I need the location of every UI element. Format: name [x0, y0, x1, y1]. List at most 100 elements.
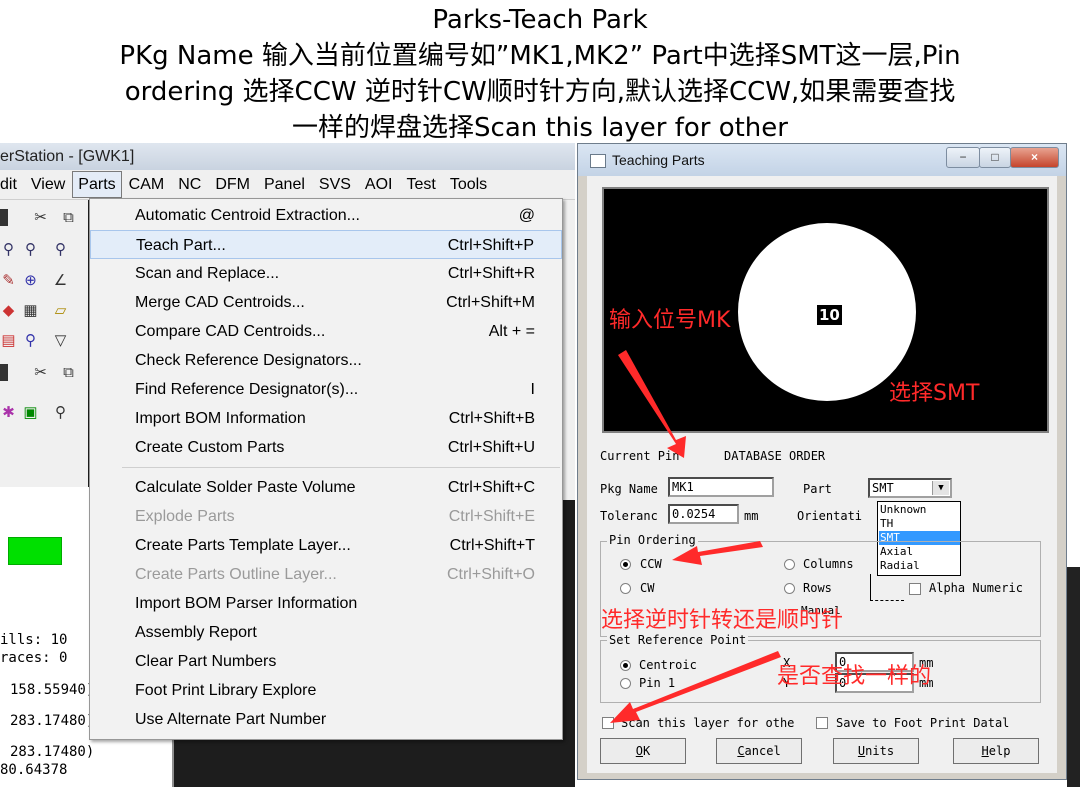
menu-test[interactable]: Test [399, 170, 442, 199]
close-button[interactable]: × [1010, 147, 1059, 168]
menu-item-import-bom[interactable]: Import BOM Information Ctrl+Shift+B [90, 404, 562, 433]
menu-item-template-layer[interactable]: Create Parts Template Layer... Ctrl+Shift… [90, 531, 562, 560]
menu-svs[interactable]: SVS [312, 170, 358, 199]
tool-icon-2[interactable]: ⚲ [22, 241, 39, 258]
teaching-parts-titlebar[interactable]: Teaching Parts − □ × [578, 144, 1066, 176]
menu-panel[interactable]: Panel [257, 170, 312, 199]
tool-icon-3[interactable]: ⚲ [52, 241, 69, 258]
tolerance-input[interactable]: 0.0254 [668, 504, 739, 524]
menu-dfm[interactable]: DFM [208, 170, 257, 199]
green-pad-preview [8, 537, 62, 565]
ccw-label: CCW [640, 557, 662, 571]
minimize-button[interactable]: − [946, 147, 980, 168]
menu-parts[interactable]: Parts [72, 171, 122, 198]
rows-label: Rows [803, 581, 832, 595]
pkg-name-input[interactable]: MK1 [668, 477, 774, 497]
menu-item-assembly-report[interactable]: Assembly Report [90, 618, 562, 647]
save-footprint-checkbox[interactable] [816, 717, 828, 729]
app-titlebar[interactable]: erStation - [GWK1] [0, 143, 575, 170]
shape-icon[interactable]: ◆ [0, 302, 17, 319]
menu-aoi[interactable]: AOI [358, 170, 400, 199]
units-button[interactable]: Units [833, 738, 919, 764]
manual-dash [870, 600, 904, 602]
app-title: erStation - [GWK1] [0, 148, 135, 165]
annotation-input-ref: 输入位号MK [609, 308, 731, 333]
cut-icon[interactable]: ✂ [32, 209, 49, 226]
scan-layer-label: Scan this layer for othe [621, 716, 795, 730]
menu-item-footprint-library[interactable]: Foot Print Library Explore [90, 676, 562, 705]
chevron-down-icon[interactable]: ▼ [932, 481, 949, 495]
menu-item-bom-parser[interactable]: Import BOM Parser Information [90, 589, 562, 618]
menu-item-solder-paste[interactable]: Calculate Solder Paste Volume Ctrl+Shift+… [90, 473, 562, 502]
maximize-button[interactable]: □ [979, 147, 1011, 168]
copy-icon[interactable]: ⧉ [60, 209, 77, 226]
info-coord-4: 80.64378 [0, 762, 68, 778]
grid-icon[interactable]: ▦ [22, 302, 39, 319]
zoom-icon[interactable]: ⚲ [52, 404, 69, 421]
box-icon[interactable]: ▣ [22, 404, 39, 421]
bug-icon[interactable]: ✱ [0, 404, 17, 421]
title-line-4: 一样的焊盘选择Scan this layer for other [292, 113, 788, 143]
pin-ordering-title: Pin Ordering [607, 533, 698, 547]
menu-item-find-refdes[interactable]: Find Reference Designator(s)... I [90, 375, 562, 404]
menu-item-alternate-part[interactable]: Use Alternate Part Number [90, 705, 562, 734]
menu-bar: dit View Parts CAM NC DFM Panel SVS AOI Test Tools [0, 170, 575, 200]
alpha-numeric-checkbox[interactable] [909, 583, 921, 595]
centroid-label: Centroic [639, 658, 697, 672]
net-icon[interactable]: ⚲ [22, 332, 39, 349]
annotation-select-smt: 选择SMT [889, 381, 980, 406]
node-icon[interactable]: ⊕ [22, 272, 39, 289]
cw-radio[interactable] [620, 583, 631, 594]
manual-divider [870, 574, 871, 600]
menu-nc[interactable]: NC [171, 170, 208, 199]
ccw-radio[interactable] [620, 559, 631, 570]
title-line-1: Parks-Teach Park [432, 5, 648, 35]
scan-layer-checkbox[interactable] [602, 717, 614, 729]
menu-edit[interactable]: dit [0, 170, 24, 199]
angle-icon[interactable]: ∠ [52, 272, 69, 289]
menu-item-compare-cad[interactable]: Compare CAD Centroids... Alt + = [90, 317, 562, 346]
tool-icon-1[interactable]: ⚲ [0, 241, 17, 258]
orientation-label: Orientati [797, 509, 863, 523]
menu-tools[interactable]: Tools [443, 170, 494, 199]
tolerance-label: Toleranc [600, 509, 658, 523]
filter-icon[interactable]: ▽ [52, 332, 69, 349]
columns-radio[interactable] [784, 559, 795, 570]
teaching-parts-title: Teaching Parts [612, 152, 705, 168]
pencil-icon[interactable]: ✎ [0, 272, 17, 289]
annotation-find-same: 是否查找一样的 [777, 664, 932, 689]
tolerance-unit: mm [744, 509, 759, 523]
menu-item-auto-centroid[interactable]: Automatic Centroid Extraction... @ [90, 201, 562, 230]
ok-button[interactable]: OK [600, 738, 686, 764]
part-option-unknown[interactable]: Unknown [879, 503, 960, 517]
title-line-2: PKg Name 输入当前位置编号如”MK1,MK2” Part中选择SMT这一… [119, 41, 961, 71]
annotation-select-direction: 选择逆时针转还是顺时针 [601, 608, 844, 633]
menu-item-clear-part-numbers[interactable]: Clear Part Numbers [90, 647, 562, 676]
pin1-radio[interactable] [620, 678, 631, 689]
menu-item-scan-replace[interactable]: Scan and Replace... Ctrl+Shift+R [90, 259, 562, 288]
pin1-label: Pin 1 [639, 676, 676, 690]
info-traces: races: 0 [0, 650, 68, 666]
cancel-button[interactable]: Cancel [716, 738, 802, 764]
save-icon-2[interactable] [0, 364, 8, 381]
centroid-radio[interactable] [620, 660, 631, 671]
menu-item-teach-part[interactable]: Teach Part... Ctrl+Shift+P [90, 230, 562, 259]
layer-icon[interactable]: ▤ [0, 332, 17, 349]
folder-icon[interactable]: ▱ [52, 302, 69, 319]
save-icon[interactable] [0, 209, 8, 226]
info-coord-2: 283.17480) [10, 713, 95, 729]
part-option-th[interactable]: TH [879, 517, 960, 531]
cut-icon-2[interactable]: ✂ [32, 364, 49, 381]
info-coord-1: 158.55940) [10, 682, 95, 698]
part-label: Part [803, 482, 832, 496]
copy-icon-2[interactable]: ⧉ [60, 364, 77, 381]
rows-radio[interactable] [784, 583, 795, 594]
part-select[interactable]: SMT ▼ [868, 478, 952, 498]
left-toolbar: ✂ ⧉ ⚲ ⚲ ⚲ ✎ ⊕ ∠ ◆ ▦ ▱ ▤ ⚲ ▽ ✂ ⧉ ✱ ▣ ⚲ [0, 200, 88, 500]
menu-item-check-refdes[interactable]: Check Reference Designators... [90, 346, 562, 375]
help-button[interactable]: Help [953, 738, 1039, 764]
menu-item-merge-cad[interactable]: Merge CAD Centroids... Ctrl+Shift+M [90, 288, 562, 317]
menu-cam[interactable]: CAM [122, 170, 172, 199]
menu-item-custom-parts[interactable]: Create Custom Parts Ctrl+Shift+U [90, 433, 562, 462]
menu-view[interactable]: View [24, 170, 72, 199]
